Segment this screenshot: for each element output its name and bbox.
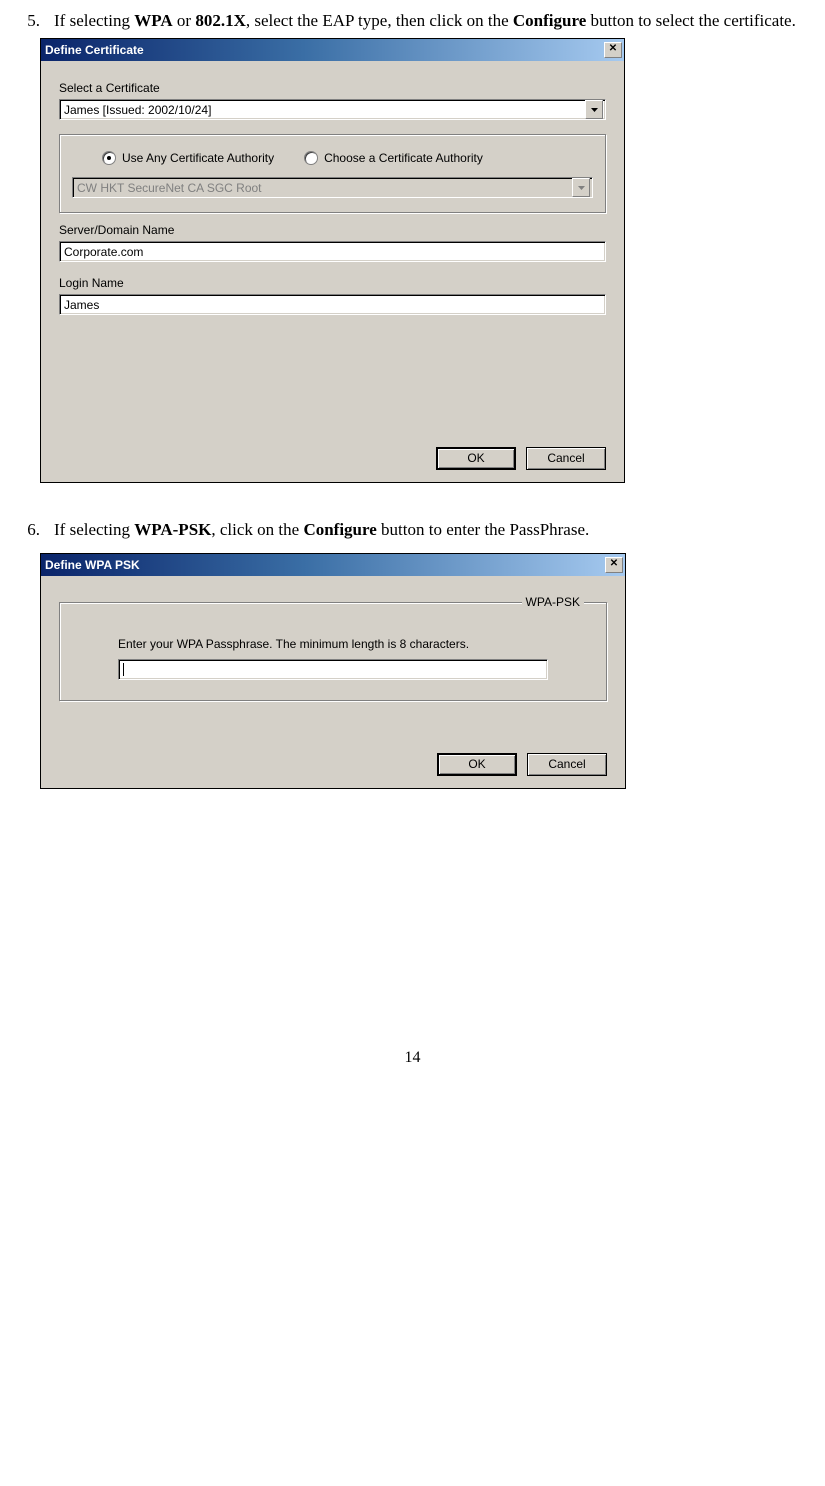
passphrase-prompt: Enter your WPA Passphrase. The minimum l… xyxy=(118,637,548,651)
server-domain-input[interactable]: Corporate.com xyxy=(59,241,606,262)
step5-number: 5. xyxy=(0,4,54,38)
step6-configure: Configure xyxy=(303,520,376,539)
ok-button[interactable]: OK xyxy=(436,447,516,470)
step6-wpapsk: WPA-PSK xyxy=(134,520,211,539)
titlebar: Define Certificate ✕ xyxy=(41,39,624,61)
step6-text: If selecting WPA-PSK, click on the Confi… xyxy=(54,513,825,547)
login-name-value: James xyxy=(64,298,603,312)
chevron-down-icon xyxy=(572,178,590,197)
close-icon[interactable]: ✕ xyxy=(604,42,622,58)
text-caret xyxy=(123,663,124,676)
ok-button[interactable]: OK xyxy=(437,753,517,776)
radio-choose[interactable]: Choose a Certificate Authority xyxy=(304,151,483,165)
cert-authority-group: Use Any Certificate Authority Choose a C… xyxy=(59,134,606,213)
step6-post: button to enter the PassPhrase. xyxy=(377,520,589,539)
step5-or: or xyxy=(173,11,196,30)
chevron-down-icon[interactable] xyxy=(585,100,603,119)
close-icon[interactable]: ✕ xyxy=(605,557,623,573)
radio-use-any-label: Use Any Certificate Authority xyxy=(122,151,274,165)
dialog-title: Define Certificate xyxy=(45,43,604,57)
login-name-label: Login Name xyxy=(59,276,606,290)
step6-number: 6. xyxy=(0,513,54,547)
cancel-button[interactable]: Cancel xyxy=(527,753,607,776)
ca-value: CW HKT SecureNet CA SGC Root xyxy=(77,181,572,195)
step5-8021x: 802.1X xyxy=(195,11,246,30)
cancel-button[interactable]: Cancel xyxy=(526,447,606,470)
login-name-input[interactable]: James xyxy=(59,294,606,315)
step6-mid: , click on the xyxy=(211,520,303,539)
step5-configure: Configure xyxy=(513,11,586,30)
ca-dropdown: CW HKT SecureNet CA SGC Root xyxy=(72,177,593,198)
step5-post: button to select the certificate. xyxy=(586,11,796,30)
server-domain-value: Corporate.com xyxy=(64,245,603,259)
radio-use-any[interactable]: Use Any Certificate Authority xyxy=(102,151,274,165)
step6-pre: If selecting xyxy=(54,520,134,539)
wpa-psk-legend: WPA-PSK xyxy=(522,595,584,609)
define-certificate-dialog: Define Certificate ✕ Select a Certificat… xyxy=(40,38,625,483)
step5-pre: If selecting xyxy=(54,11,134,30)
step5-text: If selecting WPA or 802.1X, select the E… xyxy=(54,4,825,38)
titlebar: Define WPA PSK ✕ xyxy=(41,554,625,576)
step5-wpa: WPA xyxy=(134,11,172,30)
page-number: 14 xyxy=(0,1049,825,1067)
server-domain-label: Server/Domain Name xyxy=(59,223,606,237)
radio-choose-label: Choose a Certificate Authority xyxy=(324,151,483,165)
passphrase-input[interactable] xyxy=(118,659,548,680)
select-cert-label: Select a Certificate xyxy=(59,81,606,95)
certificate-value: James [Issued: 2002/10/24] xyxy=(64,103,585,117)
certificate-dropdown[interactable]: James [Issued: 2002/10/24] xyxy=(59,99,606,120)
step5-mid: , select the EAP type, then click on the xyxy=(246,11,513,30)
wpa-psk-group: WPA-PSK Enter your WPA Passphrase. The m… xyxy=(59,602,607,701)
define-wpa-psk-dialog: Define WPA PSK ✕ WPA-PSK Enter your WPA … xyxy=(40,553,626,789)
dialog-title: Define WPA PSK xyxy=(45,558,605,572)
